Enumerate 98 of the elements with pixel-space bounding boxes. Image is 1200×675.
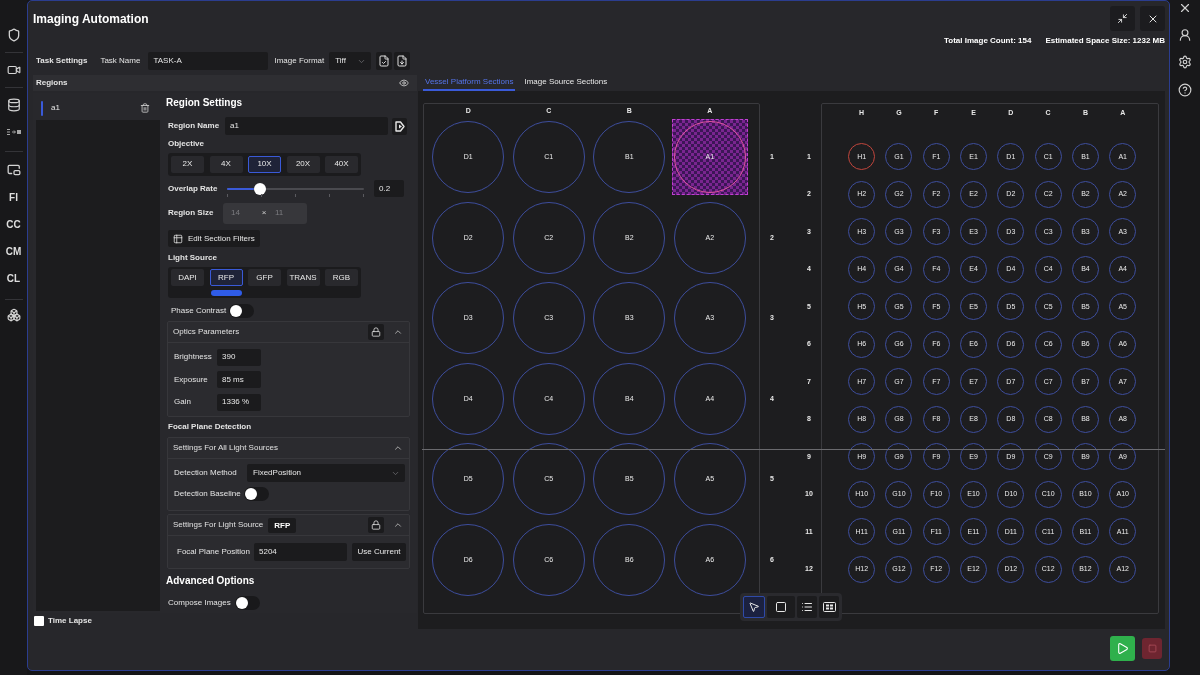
segment-option[interactable]: TRANS (286, 269, 320, 286)
field-label: Image Format (274, 56, 325, 66)
field-label: Task Name (100, 56, 141, 66)
parameter-field[interactable]: 85 ms (217, 371, 261, 389)
help-icon[interactable] (1178, 83, 1192, 97)
field-label: Regions (36, 78, 68, 88)
section-title: Settings For All Light Sources (173, 443, 278, 454)
edit-filters-button[interactable]: Edit Section Filters (168, 229, 260, 248)
file-check-icon (378, 55, 391, 67)
file-download-button[interactable] (394, 52, 411, 70)
segment-option[interactable]: DAPI (171, 269, 204, 286)
toggle-switch[interactable] (229, 303, 254, 318)
field-label: Exposure (174, 374, 209, 385)
list-arrow-icon[interactable] (6, 129, 21, 135)
close-icon[interactable] (1178, 1, 1192, 15)
task-name-field[interactable]: TASK-A (148, 52, 269, 70)
nav-item[interactable]: CL (6, 272, 21, 285)
segment-option[interactable]: RFP (209, 269, 243, 286)
slider-thumb[interactable] (253, 182, 266, 195)
parameter-field[interactable]: 1336 % (217, 393, 261, 411)
tool-button[interactable] (797, 596, 817, 618)
section-title: Optics Parameters (173, 326, 240, 337)
segment-option[interactable]: 40X (325, 155, 358, 173)
lock-icon (371, 520, 381, 531)
lock-button[interactable] (368, 323, 384, 340)
field-label: Gain (174, 397, 192, 408)
file-check-button[interactable] (376, 52, 393, 70)
region-name: a1 (51, 102, 60, 114)
field-label: Detection Method (174, 468, 238, 479)
tab[interactable]: Image Source Sections (522, 74, 610, 91)
section-heading: Region Settings (166, 96, 244, 110)
summary-stat: Estimated Space Size: 1232 MB (1045, 35, 1165, 47)
segment-option[interactable]: 10X (248, 155, 281, 173)
start-button[interactable] (1110, 636, 1135, 661)
video-camera-icon[interactable] (6, 63, 21, 77)
detection-method-select[interactable]: FixedPosition (247, 464, 405, 483)
database-icon[interactable] (6, 98, 21, 112)
light-source-tag: RFP (268, 517, 297, 533)
field-label: Brightness (174, 352, 213, 363)
segment-option[interactable]: 2X (171, 155, 204, 173)
table-icon (173, 233, 183, 244)
minimize-button[interactable] (1110, 6, 1135, 31)
tool-button[interactable] (767, 596, 795, 618)
page-play-icon (394, 120, 405, 132)
overlap-rate-field[interactable]: 0.2 (374, 180, 404, 198)
segment-option[interactable]: RGB (325, 269, 358, 286)
field-label: Task Settings (36, 56, 88, 66)
focal-position-field[interactable]: 5204 (254, 542, 347, 561)
field-label: Focal Plane Position (177, 546, 251, 557)
nav-item[interactable]: FI (9, 191, 18, 204)
eye-icon[interactable] (399, 78, 409, 88)
nav-item[interactable]: CC (6, 218, 21, 231)
play-icon (1116, 642, 1129, 655)
window-title: Imaging Automation (33, 12, 149, 26)
window-icon[interactable] (6, 163, 21, 177)
segment-option[interactable]: 20X (286, 155, 320, 173)
field-label: Focal Plane Detection (168, 421, 252, 432)
file-download-icon (396, 55, 409, 67)
times-sign: × (260, 207, 268, 220)
toggle-switch[interactable] (235, 596, 260, 611)
field-label: Time Lapse (48, 616, 92, 626)
field-label: Detection Baseline (174, 489, 242, 500)
field-label: Overlap Rate (168, 183, 219, 194)
segment-option[interactable]: 4X (209, 155, 243, 173)
pointer-icon (748, 601, 760, 613)
apply-button[interactable] (392, 117, 407, 135)
field-label: Objective (168, 138, 204, 149)
cubes-icon[interactable] (6, 308, 21, 322)
region-item[interactable]: a1 (36, 96, 160, 120)
image-format-select[interactable]: Tiff (329, 52, 372, 70)
checkbox[interactable] (34, 616, 44, 626)
tool-button[interactable] (743, 596, 765, 618)
grid-icon (822, 602, 836, 612)
region-name-field[interactable]: a1 (225, 117, 388, 135)
square-icon (775, 601, 787, 613)
trash-icon[interactable] (140, 103, 150, 113)
list-icon (801, 601, 813, 613)
field-label: Phase Contrast (171, 305, 228, 316)
settings-icon[interactable] (1178, 55, 1192, 69)
lock-icon (371, 326, 381, 337)
summary-stat: Total Image Count: 154 (943, 35, 1032, 47)
shield-icon[interactable] (6, 28, 21, 42)
minimize-icon (1117, 13, 1128, 24)
lock-button[interactable] (368, 517, 384, 534)
section-title: Settings For Light Source (173, 520, 264, 531)
field-label: Light Source (168, 253, 217, 264)
tool-button[interactable] (819, 596, 839, 618)
field-label: Region Name (168, 121, 221, 131)
nav-item[interactable]: CM (5, 245, 22, 258)
segment-option[interactable]: GFP (248, 269, 281, 286)
parameter-field[interactable]: 390 (217, 348, 261, 366)
use-current-button[interactable]: Use Current (352, 542, 406, 561)
field-label: Compose Images (168, 598, 232, 609)
field-label: Region Size (168, 208, 215, 219)
toggle-switch[interactable] (243, 487, 269, 502)
section-heading: Advanced Options (166, 574, 256, 589)
stop-icon (1147, 644, 1157, 653)
user-icon[interactable] (1178, 28, 1192, 42)
